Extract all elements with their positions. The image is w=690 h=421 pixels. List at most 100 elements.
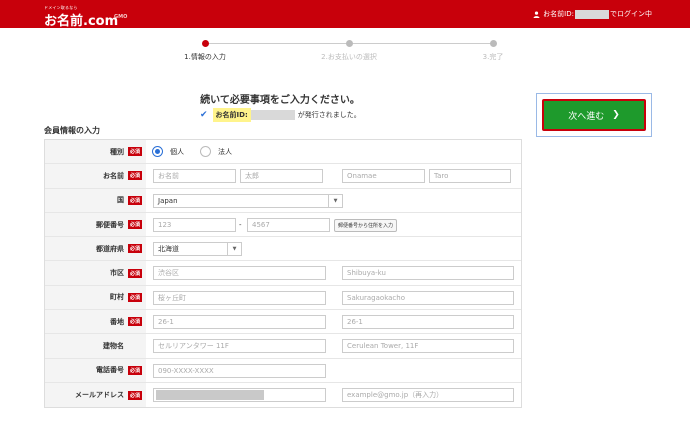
select-value: Japan: [158, 196, 178, 205]
step-complete: 3.完了: [453, 38, 533, 62]
form-row-city: 市区 必須 渋谷区 Shibuya-ku: [45, 261, 521, 286]
row-field: セルリアンタワー 11F Cerulean Tower, 11F: [146, 334, 521, 357]
placeholder: 4567: [252, 220, 270, 229]
row-field: example@gmo.jp（再入力）: [146, 383, 521, 407]
label-text: 電話番号: [95, 366, 124, 375]
row-label: 郵便番号 必須: [45, 212, 146, 237]
required-badge: 必須: [127, 292, 142, 302]
placeholder: 26-1: [347, 318, 363, 327]
next-button[interactable]: 次へ進む ❯: [542, 99, 646, 131]
placeholder: Taro: [434, 172, 449, 181]
login-id-prefix: お名前ID:: [543, 10, 574, 18]
row-label: 電話番号 必須: [45, 358, 146, 382]
required-badge: 必須: [127, 147, 142, 157]
required-badge: 必須: [127, 268, 142, 278]
placeholder: 桜ヶ丘町: [158, 293, 186, 302]
chevron-down-icon: ▼: [227, 243, 241, 256]
row-label: 都道府県 必須: [45, 237, 146, 261]
first-name-roman-input[interactable]: Taro: [429, 169, 511, 184]
site-logo[interactable]: ドメイン取るなら お名前.com GMO: [44, 5, 127, 29]
next-button-frame: 次へ進む ❯: [536, 93, 652, 137]
placeholder: 090-XXXX-XXXX: [158, 366, 214, 375]
city-roman-input[interactable]: Shibuya-ku: [342, 266, 514, 281]
chevron-down-icon: ▼: [328, 194, 342, 207]
required-badge: 必須: [127, 244, 142, 254]
last-name-roman-input[interactable]: Onamae: [342, 169, 425, 184]
row-field: Japan ▼: [146, 189, 521, 212]
form-row-country: 国必須 Japan ▼: [45, 188, 521, 213]
placeholder: Onamae: [347, 172, 377, 181]
row-label: 番地 必須: [45, 310, 146, 334]
form-row-type: 種別 必須 個人 法人: [45, 140, 521, 165]
row-field: 個人 法人: [146, 140, 521, 163]
city-input[interactable]: 渋谷区: [153, 266, 326, 281]
required-badge: 必須: [127, 171, 142, 181]
form-row-building: 建物名必須 セルリアンタワー 11F Cerulean Tower, 11F: [45, 334, 521, 359]
login-id-masked: [575, 9, 609, 19]
row-field: お名前 太郎 Onamae Taro: [146, 164, 521, 187]
section-title: 会員情報の入力: [44, 126, 100, 135]
notice-id-label: お名前ID:: [215, 111, 248, 119]
block-input[interactable]: 26-1: [153, 315, 326, 330]
row-label: 市区 必須: [45, 261, 146, 285]
radio-individual[interactable]: 個人: [152, 146, 184, 157]
zip-second-input[interactable]: 4567: [247, 217, 330, 232]
required-badge: 必須: [127, 317, 142, 327]
member-info-form: 種別 必須 個人 法人 お名前 必須 お名前 太郎 Onamae Taro 国必須 …: [44, 139, 522, 409]
row-label: メールアドレス 必須: [45, 382, 146, 408]
form-row-prefecture: 都道府県 必須 北海道 ▼: [45, 237, 521, 262]
label-text: 町村: [109, 293, 124, 302]
email-input[interactable]: [153, 387, 326, 402]
placeholder: 123: [158, 220, 172, 229]
form-row-zip: 郵便番号 必須 123 - 4567 郵便番号から住所を入力: [45, 212, 521, 238]
phone-input[interactable]: 090-XXXX-XXXX: [153, 363, 326, 378]
town-input[interactable]: 桜ヶ丘町: [153, 290, 326, 305]
zip-separator: -: [239, 220, 242, 229]
form-row-block: 番地 必須 26-1 26-1: [45, 310, 521, 335]
placeholder: Sakuragaokacho: [347, 293, 405, 302]
required-badge: 必須: [127, 365, 142, 375]
country-select[interactable]: Japan ▼: [153, 193, 343, 208]
first-name-input[interactable]: 太郎: [240, 169, 323, 184]
step-label: 1.情報の入力: [184, 53, 226, 61]
label-text: 市区: [109, 269, 124, 278]
step-label: 3.完了: [482, 53, 504, 61]
radio-label: 法人: [218, 147, 232, 156]
block-roman-input[interactable]: 26-1: [342, 315, 514, 330]
building-input[interactable]: セルリアンタワー 11F: [153, 339, 326, 354]
placeholder: example@gmo.jp（再入力）: [347, 390, 444, 399]
label-text: 番地: [109, 317, 124, 326]
progress-steps: 1.情報の入力 2.お支払いの選択 3.完了: [172, 38, 512, 68]
row-field: 桜ヶ丘町 Sakuragaokacho: [146, 286, 521, 309]
placeholder: お名前: [158, 172, 179, 181]
required-badge: 必須: [127, 390, 142, 400]
radio-corporate[interactable]: 法人: [200, 146, 232, 157]
label-text: 建物名: [102, 342, 124, 351]
building-roman-input[interactable]: Cerulean Tower, 11F: [342, 339, 514, 354]
form-row-phone: 電話番号 必須 090-XXXX-XXXX: [45, 358, 521, 383]
zip-first-input[interactable]: 123: [153, 217, 236, 232]
form-row-email: メールアドレス 必須 example@gmo.jp（再入力）: [45, 382, 521, 408]
required-badge: 必須: [127, 195, 142, 205]
town-roman-input[interactable]: Sakuragaokacho: [342, 290, 514, 305]
zip-lookup-button[interactable]: 郵便番号から住所を入力: [334, 218, 398, 232]
placeholder: 渋谷区: [158, 269, 179, 278]
notice-text: が発行されました。: [297, 111, 361, 119]
radio-circle: [200, 146, 211, 157]
row-field: 26-1 26-1: [146, 310, 521, 333]
label-text: メールアドレス: [74, 391, 124, 400]
last-name-input[interactable]: お名前: [153, 169, 236, 184]
row-label: 種別 必須: [45, 140, 146, 164]
prefecture-select[interactable]: 北海道 ▼: [153, 242, 242, 257]
logo-text: お名前.com: [44, 14, 119, 29]
label-text: 種別: [109, 147, 124, 156]
row-field: 北海道 ▼: [146, 237, 521, 260]
user-icon: [533, 10, 540, 18]
row-label: お名前 必須: [45, 164, 146, 188]
logo-gmo: GMO: [114, 14, 128, 20]
placeholder: セルリアンタワー 11F: [158, 342, 229, 351]
notice-id-masked: [250, 110, 295, 120]
notice-highlight: お名前ID:: [212, 108, 251, 122]
label-text: お名前: [102, 171, 124, 180]
email-confirm-input[interactable]: example@gmo.jp（再入力）: [342, 387, 514, 402]
